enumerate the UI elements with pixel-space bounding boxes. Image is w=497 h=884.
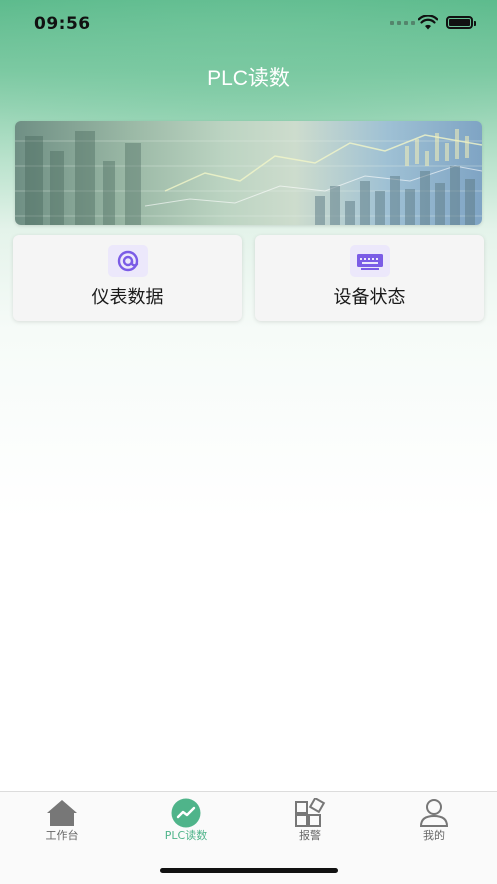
page-title: PLC读数: [207, 67, 290, 90]
tab-alarm[interactable]: 报警: [248, 792, 372, 852]
tab-label: 工作台: [45, 829, 79, 842]
meter-icon: [108, 245, 148, 277]
meter-data-card[interactable]: 仪表数据: [13, 235, 242, 321]
tab-label: 报警: [299, 829, 321, 842]
signal-icon: [390, 21, 415, 25]
chart-line-icon: [171, 798, 201, 828]
user-icon: [419, 799, 449, 827]
banner-image[interactable]: [15, 121, 482, 225]
device-status-card[interactable]: 设备状态: [255, 235, 484, 321]
tab-plc-reading[interactable]: PLC读数: [124, 792, 248, 852]
device-status-label: 设备状态: [333, 287, 406, 308]
tab-mine[interactable]: 我的: [372, 792, 496, 852]
home-icon: [47, 800, 77, 826]
tab-label: 我的: [423, 829, 445, 842]
tab-label: PLC读数: [164, 829, 208, 842]
wifi-icon: [418, 15, 438, 30]
banner-graphic: [15, 129, 482, 225]
status-time: 09:56: [34, 14, 91, 34]
status-bar: 09:56: [0, 0, 497, 48]
device-icon: [350, 245, 390, 277]
meter-data-label: 仪表数据: [91, 287, 164, 308]
grid-apps-icon: [295, 798, 326, 827]
tab-workbench[interactable]: 工作台: [0, 792, 124, 852]
home-indicator[interactable]: [160, 868, 338, 873]
battery-icon: [446, 16, 476, 29]
